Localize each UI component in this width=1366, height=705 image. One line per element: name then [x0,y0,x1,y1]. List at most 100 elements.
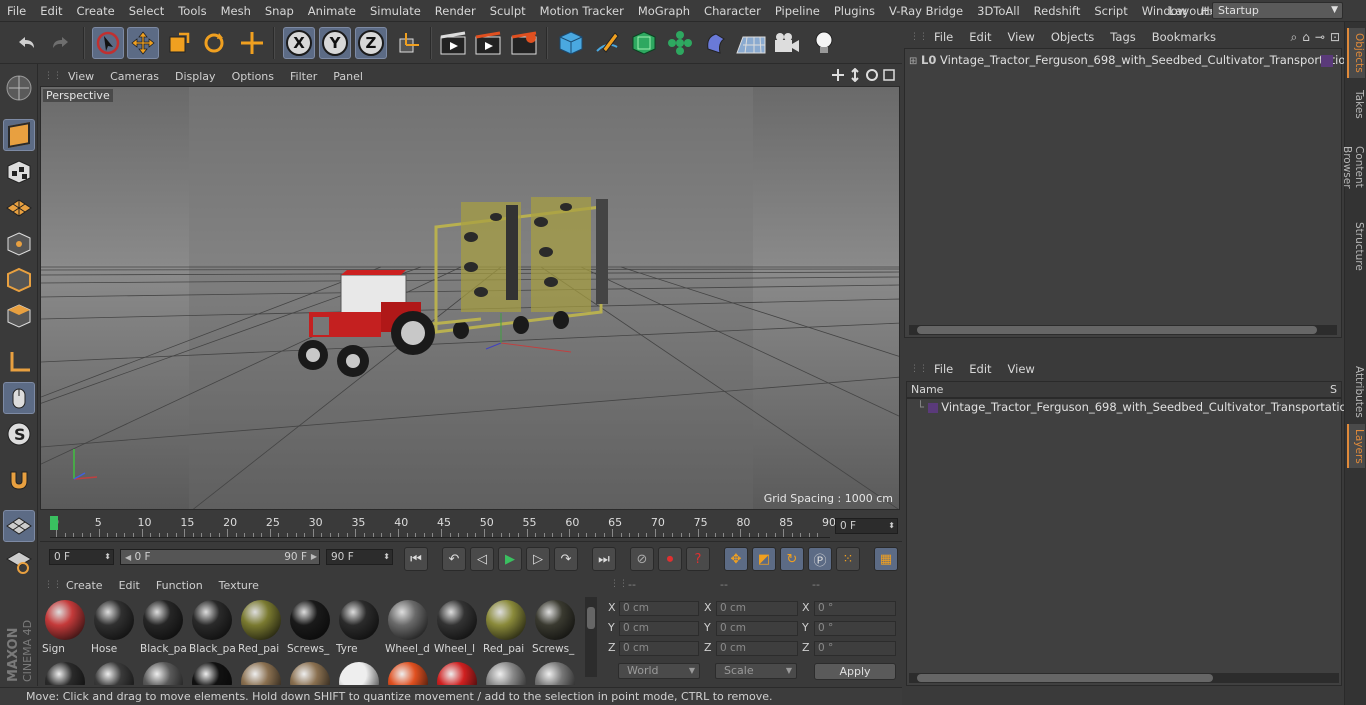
material-menu-function[interactable]: Function [148,579,211,592]
material-thumbnail[interactable]: Tyre [336,597,382,655]
menu-select[interactable]: Select [122,0,171,22]
objects-menu-view[interactable]: View [1000,30,1043,44]
menu-sculpt[interactable]: Sculpt [483,0,533,22]
material-thumbnail[interactable]: Black_pa [189,597,235,655]
transform-tool-button[interactable] [236,27,268,59]
material-thumbnail[interactable] [140,659,186,685]
layers-menu-view[interactable]: View [1000,362,1043,376]
material-thumbnail[interactable]: Screws_ [532,597,578,655]
coordinate-system-button[interactable] [393,27,425,59]
size-x-field[interactable]: 0 cm [716,601,798,616]
tweak-mode-button[interactable] [3,382,35,414]
polygons-mode-button[interactable] [3,300,35,332]
floor-button[interactable] [735,27,767,59]
go-to-start-button[interactable]: ⏮ [404,547,428,571]
link-icon[interactable]: ⊸ [1315,30,1325,45]
solo-button[interactable]: S [3,418,35,450]
timeline-ruler[interactable]: 051015202530354045505560657075808590 0 F… [40,512,900,540]
material-thumbnail[interactable] [189,659,235,685]
key-rotation-button[interactable]: ↻ [780,547,804,571]
layout-dropdown[interactable]: Startup ▼ [1212,2,1343,19]
pan-icon[interactable] [831,68,845,82]
edges-mode-button[interactable] [3,264,35,296]
preview-start-field[interactable]: 0 F ⬍ [49,549,114,565]
material-thumbnail[interactable]: Red_pai [483,597,529,655]
layers-menu-edit[interactable]: Edit [961,362,999,376]
material-menu-create[interactable]: Create [58,579,111,592]
menu-3dtoall[interactable]: 3DToAll [970,0,1027,22]
play-button[interactable]: ▶ [498,547,522,571]
material-scrollbar[interactable] [585,597,597,677]
menu-pipeline[interactable]: Pipeline [768,0,827,22]
timeline-window-button[interactable]: ▦ [874,547,898,571]
pos-z-field[interactable]: 0 cm [619,641,699,656]
texture-mode-button[interactable] [3,156,35,188]
rot-h-field[interactable]: 0 ° [814,601,896,616]
snapping-button[interactable] [3,464,35,496]
pen-spline-button[interactable] [591,27,623,59]
undo-button[interactable] [10,27,42,59]
material-thumbnail[interactable]: Red_pai [238,597,284,655]
objects-menu-tags[interactable]: Tags [1102,30,1143,44]
viewport-menu-filter[interactable]: Filter [282,70,325,83]
material-thumbnail[interactable] [532,659,578,685]
record-keys-button[interactable]: ⊘ [630,547,654,571]
autokey-button[interactable]: ⏺ [658,547,682,571]
size-mode-dropdown[interactable]: Scale ▼ [715,663,797,679]
objects-menu-bookmarks[interactable]: Bookmarks [1144,30,1224,44]
material-thumbnail[interactable] [238,659,284,685]
camera-label[interactable]: Perspective [43,89,113,102]
rot-b-field[interactable]: 0 ° [814,641,896,656]
material-thumbnail[interactable] [336,659,382,685]
key-parameter-button[interactable]: Ⓟ [808,547,832,571]
size-z-field[interactable]: 0 cm [716,641,798,656]
viewport-menu-view[interactable]: View [60,70,102,83]
scroll-thumb[interactable] [587,607,595,629]
viewport-menu-display[interactable]: Display [167,70,224,83]
scroll-thumb[interactable] [917,326,1317,334]
camera-button[interactable] [771,27,803,59]
current-frame-field[interactable]: 0 F ⬍ [835,518,898,534]
material-menu-edit[interactable]: Edit [111,579,148,592]
render-picture-viewer-button[interactable] [472,27,504,59]
material-thumbnail[interactable]: Screws_ [287,597,333,655]
viewport-menu-options[interactable]: Options [224,70,282,83]
next-frame-button[interactable]: ▷ [526,547,550,571]
rot-p-field[interactable]: 0 ° [814,621,896,636]
menu-vray-bridge[interactable]: V-Ray Bridge [882,0,970,22]
objects-menu-objects[interactable]: Objects [1043,30,1102,44]
light-button[interactable] [808,27,840,59]
pos-y-field[interactable]: 0 cm [619,621,699,636]
material-thumbnail[interactable] [434,659,480,685]
objects-menu-file[interactable]: File [926,30,961,44]
material-thumbnail[interactable] [483,659,529,685]
key-pla-button[interactable]: ⁙ [836,547,860,571]
size-y-field[interactable]: 0 cm [716,621,798,636]
zoom-icon[interactable] [848,68,862,82]
search-icon[interactable]: ⌕ [1291,30,1298,45]
go-to-end-button[interactable]: ⏭ [592,547,616,571]
preview-end-field[interactable]: 90 F ⬍ [326,549,393,565]
viewport-menu-cameras[interactable]: Cameras [102,70,167,83]
rotate-tool-button[interactable] [198,27,230,59]
layers-menu-file[interactable]: File [926,362,961,376]
layer-color-swatch[interactable] [1321,55,1333,67]
playhead-marker[interactable] [50,516,58,530]
coordinate-mode-dropdown[interactable]: World ▼ [618,663,700,679]
layer-name[interactable]: Vintage_Tractor_Ferguson_698_with_Seedbe… [941,400,1354,414]
material-thumbnail[interactable] [287,659,333,685]
object-name[interactable]: Vintage_Tractor_Ferguson_698_with_Seedbe… [940,53,1353,67]
points-mode-button[interactable] [3,228,35,260]
cloner-button[interactable] [664,27,696,59]
key-position-button[interactable]: ✥ [724,547,748,571]
layer-hscrollbar[interactable] [909,673,1339,683]
workplane-mode-button[interactable] [3,192,35,224]
menu-file[interactable]: File [0,0,33,22]
material-thumbnail[interactable] [91,659,137,685]
expand-plus-icon[interactable]: ⊞ [909,56,917,67]
material-thumbnail[interactable]: Sign [42,597,88,655]
menu-script[interactable]: Script [1087,0,1134,22]
menu-simulate[interactable]: Simulate [363,0,428,22]
material-thumbnail[interactable]: Wheel_l [434,597,480,655]
menu-render[interactable]: Render [428,0,483,22]
